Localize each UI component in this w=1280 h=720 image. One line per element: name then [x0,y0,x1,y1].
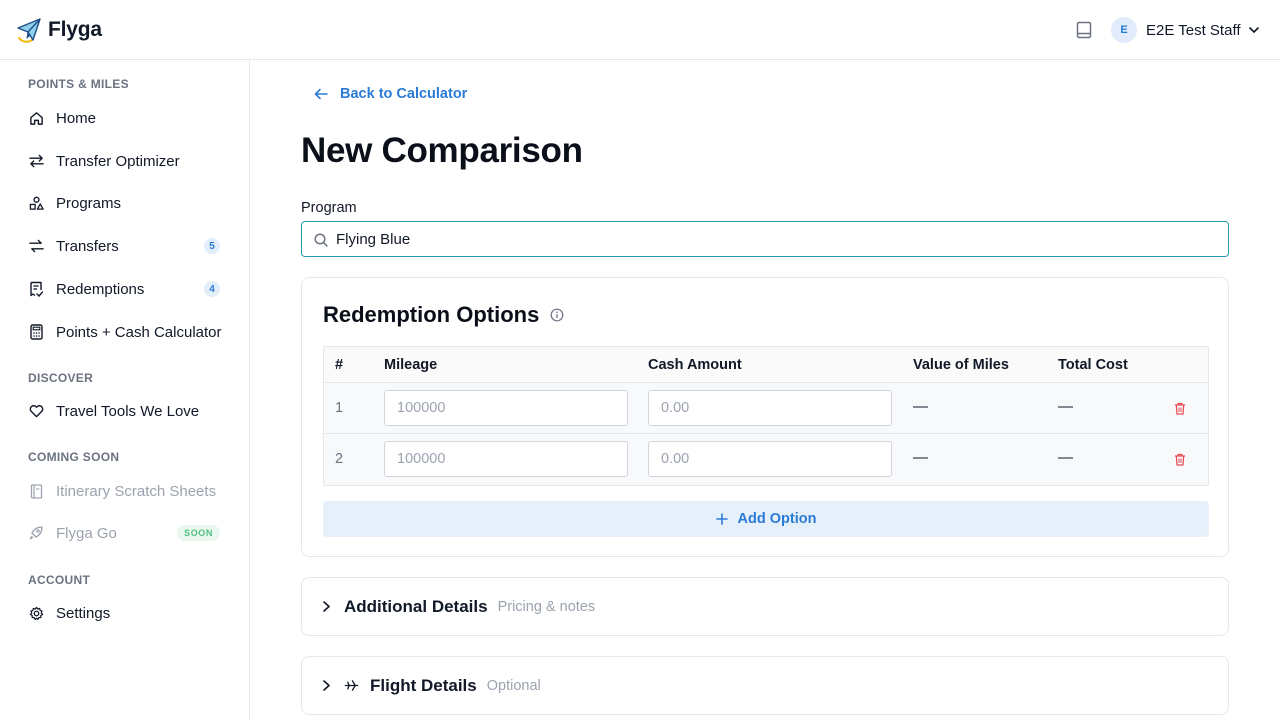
row-number: 2 [335,451,344,467]
top-bar: Flyga E E2E Test Staff [0,0,1280,60]
redemption-options-title: Redemption Options [323,302,540,327]
redemption-options-table: # Mileage Cash Amount Value of Miles Tot… [323,346,1209,486]
column-header-value-of-miles: Value of Miles [913,357,1009,373]
delete-row-button[interactable] [1173,400,1187,416]
column-header-total-cost: Total Cost [1058,357,1128,373]
trash-icon [1175,453,1185,466]
table-row: 2 — — [324,434,1208,485]
value-of-miles: — [913,449,928,466]
sidebar-item-travel-tools[interactable]: Travel Tools We Love [20,394,232,428]
cash-amount-input[interactable] [648,390,892,426]
brand[interactable]: Flyga [16,16,102,44]
user-name: E2E Test Staff [1146,21,1241,39]
additional-details-accordion[interactable]: Additional Details Pricing & notes [301,577,1229,636]
plus-icon [715,513,728,525]
mileage-input[interactable] [384,441,628,477]
docs-button[interactable] [1074,20,1094,40]
section-label-discover: DISCOVER [28,371,94,385]
add-option-label: Add Option [737,511,817,527]
avatar: E [1111,17,1137,43]
value-of-miles: — [913,398,928,415]
chevron-right-icon [320,680,332,692]
book-icon [1076,21,1092,39]
back-link-label: Back to Calculator [340,86,468,102]
arrow-left-icon [314,88,328,100]
paper-plane-logo-icon [17,18,41,43]
heart-icon [28,403,44,419]
row-number: 1 [335,400,344,416]
calculator-icon [28,324,44,340]
accordion-title: Flight Details [370,675,477,695]
chevron-down-icon [1248,27,1259,33]
sidebar-item-label: Itinerary Scratch Sheets [56,482,217,500]
receipt-icon [28,281,44,297]
sidebar-item-redemptions[interactable]: Redemptions 4 [20,272,232,306]
delete-row-button[interactable] [1173,451,1187,467]
sidebar-item-label: Points + Cash Calculator [56,323,222,341]
chevron-right-icon [320,601,332,613]
sidebar-item-label: Flyga Go [56,524,117,542]
sidebar-item-label: Redemptions [56,280,145,298]
program-search-field[interactable] [301,221,1229,257]
sidebar-item-settings[interactable]: Settings [20,596,232,630]
sidebar-item-flyga-go: Flyga Go SOON [20,516,232,550]
section-label-coming-soon: COMING SOON [28,450,120,464]
redemption-options-heading: Redemption Options [323,302,565,328]
sidebar-item-label: Settings [56,604,111,622]
sidebar-item-transfers[interactable]: Transfers 5 [20,229,232,263]
home-icon [28,110,44,126]
sidebar-item-itinerary-scratch-sheets: Itinerary Scratch Sheets [20,474,232,508]
add-option-button[interactable]: Add Option [323,501,1209,537]
sidebar-item-points-cash-calculator[interactable]: Points + Cash Calculator [20,315,232,349]
brand-name: Flyga [48,18,102,41]
cash-amount-input[interactable] [648,441,892,477]
flight-details-accordion[interactable]: Flight Details Optional [301,656,1229,715]
trash-icon [1175,402,1185,415]
column-header-cash-amount: Cash Amount [648,357,742,373]
column-header-mileage: Mileage [384,357,438,373]
mileage-input[interactable] [384,390,628,426]
gear-icon [28,605,44,621]
notebook-icon [28,483,44,499]
count-badge: 5 [204,238,220,254]
accordion-subtitle: Optional [486,677,541,694]
user-menu[interactable]: E E2E Test Staff [1111,17,1259,43]
sidebar: POINTS & MILES Home Transfer Optimizer P… [0,60,250,720]
search-icon [314,233,328,247]
total-cost: — [1058,449,1073,466]
soon-badge: SOON [177,525,220,541]
sidebar-item-transfer-optimizer[interactable]: Transfer Optimizer [20,144,232,178]
rocket-icon [28,525,44,541]
sidebar-item-label: Travel Tools We Love [56,402,200,420]
sidebar-item-label: Home [56,109,97,127]
sidebar-item-label: Transfers [56,237,119,255]
info-icon[interactable] [550,308,565,323]
sidebar-item-label: Programs [56,194,122,212]
shapes-icon [28,195,44,211]
plane-icon [344,678,359,693]
page-title: New Comparison [301,131,583,170]
column-header-number: # [335,357,344,373]
transfer-icon [28,238,44,254]
table-header: # Mileage Cash Amount Value of Miles Tot… [324,347,1208,383]
back-to-calculator-link[interactable]: Back to Calculator [314,84,467,104]
total-cost: — [1058,398,1073,415]
sidebar-item-home[interactable]: Home [20,101,232,135]
sidebar-item-programs[interactable]: Programs [20,186,232,220]
table-row: 1 — — [324,383,1208,434]
program-input[interactable] [336,222,1216,256]
count-badge: 4 [204,281,220,297]
accordion-title: Additional Details [344,596,488,616]
redemption-options-card: Redemption Options # Mileage Cash Amount… [301,277,1229,557]
program-label: Program [301,200,357,216]
section-label-account: ACCOUNT [28,573,91,587]
arrows-exchange-icon [28,153,44,169]
section-label-points-miles: POINTS & MILES [28,77,129,91]
sidebar-item-label: Transfer Optimizer [56,152,180,170]
accordion-subtitle: Pricing & notes [497,598,596,615]
